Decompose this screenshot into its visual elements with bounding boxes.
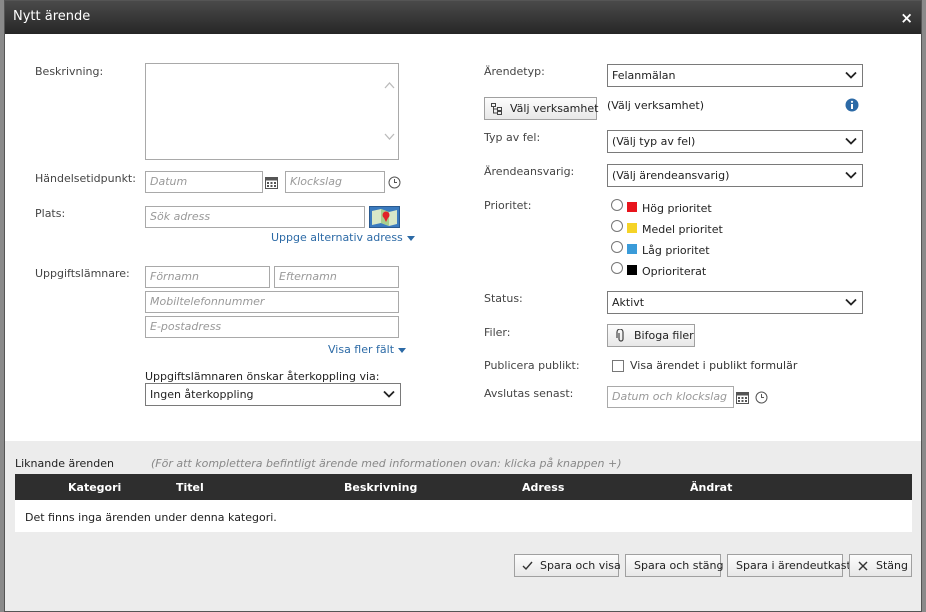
bifoga-filer-label: Bifoga filer <box>634 329 694 342</box>
aterkoppling-select[interactable]: Ingen återkoppling <box>145 383 401 406</box>
prioritet-label: Prioritet: <box>484 199 532 212</box>
plats-label: Plats: <box>35 207 66 220</box>
spara-och-visa-button[interactable]: Spara och visa <box>514 554 621 577</box>
typ-av-fel-label: Typ av fel: <box>484 131 541 144</box>
chevron-down-icon <box>406 235 415 241</box>
filer-label: Filer: <box>484 326 511 339</box>
dialog-titlebar: Nytt ärende × <box>5 1 921 34</box>
spara-och-stang-label: Spara och stäng <box>634 559 724 572</box>
dialog-title: Nytt ärende <box>13 9 91 24</box>
radio-hog-prioritet[interactable] <box>611 199 623 211</box>
col-adress[interactable]: Adress <box>522 481 564 494</box>
radio-lag-prioritet[interactable] <box>611 241 623 253</box>
bifoga-filer-button[interactable]: Bifoga filer <box>607 324 695 347</box>
publicera-checkbox-label: Visa ärendet i publikt formulär <box>630 359 798 372</box>
tree-icon <box>491 103 502 115</box>
mobil-input[interactable]: Mobiltelefonnummer <box>145 291 399 313</box>
typ-av-fel-value: (Välj typ av fel) <box>612 135 696 148</box>
sok-adress-input[interactable]: Sök adress <box>145 206 365 228</box>
chevron-down-icon <box>845 137 857 145</box>
valj-verksamhet-text: (Välj verksamhet) <box>607 99 705 112</box>
arendetyp-label: Ärendetyp: <box>484 65 545 78</box>
medel-prioritet-label: Medel prioritet <box>642 223 723 236</box>
arendetyp-value: Felanmälan <box>612 69 676 82</box>
publicera-label: Publicera publikt: <box>484 359 580 372</box>
medel-prioritet-swatch <box>627 223 637 233</box>
aterkoppling-label: Uppgiftslämnaren önskar återkoppling via… <box>145 370 380 383</box>
avslutas-input[interactable]: Datum och klockslag <box>607 386 734 408</box>
oprioriterat-label: Oprioriterat <box>642 265 707 278</box>
close-icon <box>858 561 868 571</box>
col-beskrivning[interactable]: Beskrivning <box>344 481 417 494</box>
chevron-down-icon <box>845 71 857 79</box>
similar-cases-title: Liknande ärenden <box>15 457 114 470</box>
clock-icon[interactable] <box>388 176 401 189</box>
clock-icon[interactable] <box>755 391 768 404</box>
epost-input[interactable]: E-postadress <box>145 316 399 338</box>
col-andrat[interactable]: Ändrat <box>690 481 732 494</box>
radio-oprioriterat[interactable] <box>611 262 623 274</box>
status-label: Status: <box>484 292 523 305</box>
chevron-down-icon <box>845 171 857 179</box>
avslutas-label: Avslutas senast: <box>484 387 574 400</box>
similar-cases-body: Det finns inga ärenden under denna kateg… <box>15 500 912 532</box>
close-icon[interactable]: × <box>900 10 913 26</box>
efternamn-input[interactable]: Efternamn <box>274 266 399 288</box>
similar-cases-header: Kategori Titel Beskrivning Adress Ändrat <box>15 474 912 500</box>
empty-message: Det finns inga ärenden under denna kateg… <box>25 511 277 524</box>
hog-prioritet-label: Hög prioritet <box>642 202 712 215</box>
arendeansvarig-value: (Välj ärendeansvarig) <box>612 169 730 182</box>
alt-adress-link[interactable]: Uppge alternativ adress <box>271 231 415 244</box>
calendar-icon[interactable] <box>736 391 749 404</box>
handelsetidpunkt-label: Händelsetidpunkt: <box>35 172 136 185</box>
arendeansvarig-select[interactable]: (Välj ärendeansvarig) <box>607 164 863 187</box>
valj-verksamhet-label: Välj verksamhet <box>510 102 599 115</box>
lag-prioritet-label: Låg prioritet <box>642 244 710 257</box>
uppgiftslamnare-label: Uppgiftslämnare: <box>35 267 130 280</box>
spara-i-arendeutkast-label: Spara i ärendeutkast <box>736 559 851 572</box>
radio-medel-prioritet[interactable] <box>611 220 623 232</box>
status-value: Aktivt <box>612 296 645 309</box>
check-icon <box>522 561 533 571</box>
stang-label: Stäng <box>876 559 908 572</box>
klockslag-input[interactable]: Klockslag <box>285 171 385 193</box>
spara-i-arendeutkast-button[interactable]: Spara i ärendeutkast <box>727 554 851 577</box>
datum-input[interactable]: Datum <box>145 171 263 193</box>
visa-fler-link-text: Visa fler fält <box>328 343 395 356</box>
paperclip-icon <box>616 329 624 342</box>
beskrivning-textarea[interactable] <box>145 63 399 160</box>
hog-prioritet-swatch <box>627 202 637 212</box>
info-icon[interactable] <box>845 98 859 112</box>
calendar-icon[interactable] <box>265 176 278 189</box>
chevron-down-icon <box>845 298 857 306</box>
chevron-down-icon <box>383 390 395 398</box>
map-icon[interactable] <box>369 206 400 228</box>
beskrivning-label: Beskrivning: <box>35 65 104 78</box>
status-select[interactable]: Aktivt <box>607 291 863 314</box>
lag-prioritet-swatch <box>627 244 637 254</box>
valj-verksamhet-button[interactable]: Välj verksamhet <box>484 97 599 120</box>
alt-adress-link-text: Uppge alternativ adress <box>271 231 403 244</box>
arendetyp-select[interactable]: Felanmälan <box>607 64 863 87</box>
spara-och-visa-label: Spara och visa <box>540 559 621 572</box>
typ-av-fel-select[interactable]: (Välj typ av fel) <box>607 130 863 153</box>
chevron-down-icon <box>398 347 407 353</box>
publicera-checkbox[interactable] <box>612 360 624 372</box>
oprioriterat-swatch <box>627 265 637 275</box>
aterkoppling-value: Ingen återkoppling <box>150 388 254 401</box>
textarea-scrollbar[interactable] <box>381 64 398 159</box>
similar-cases-hint: (För att komplettera befintligt ärende m… <box>151 457 622 470</box>
arendeansvarig-label: Ärendeansvarig: <box>484 165 575 178</box>
new-case-dialog: Nytt ärende × Beskrivning: Händelsetidpu… <box>4 0 922 612</box>
col-titel[interactable]: Titel <box>176 481 204 494</box>
spara-och-stang-button[interactable]: Spara och stäng <box>625 554 724 577</box>
visa-fler-link[interactable]: Visa fler fält <box>328 343 407 356</box>
col-kategori[interactable]: Kategori <box>68 481 121 494</box>
stang-button[interactable]: Stäng <box>849 554 912 577</box>
similar-cases-section: Liknande ärenden (För att komplettera be… <box>5 441 921 611</box>
fornamn-input[interactable]: Förnamn <box>145 266 270 288</box>
